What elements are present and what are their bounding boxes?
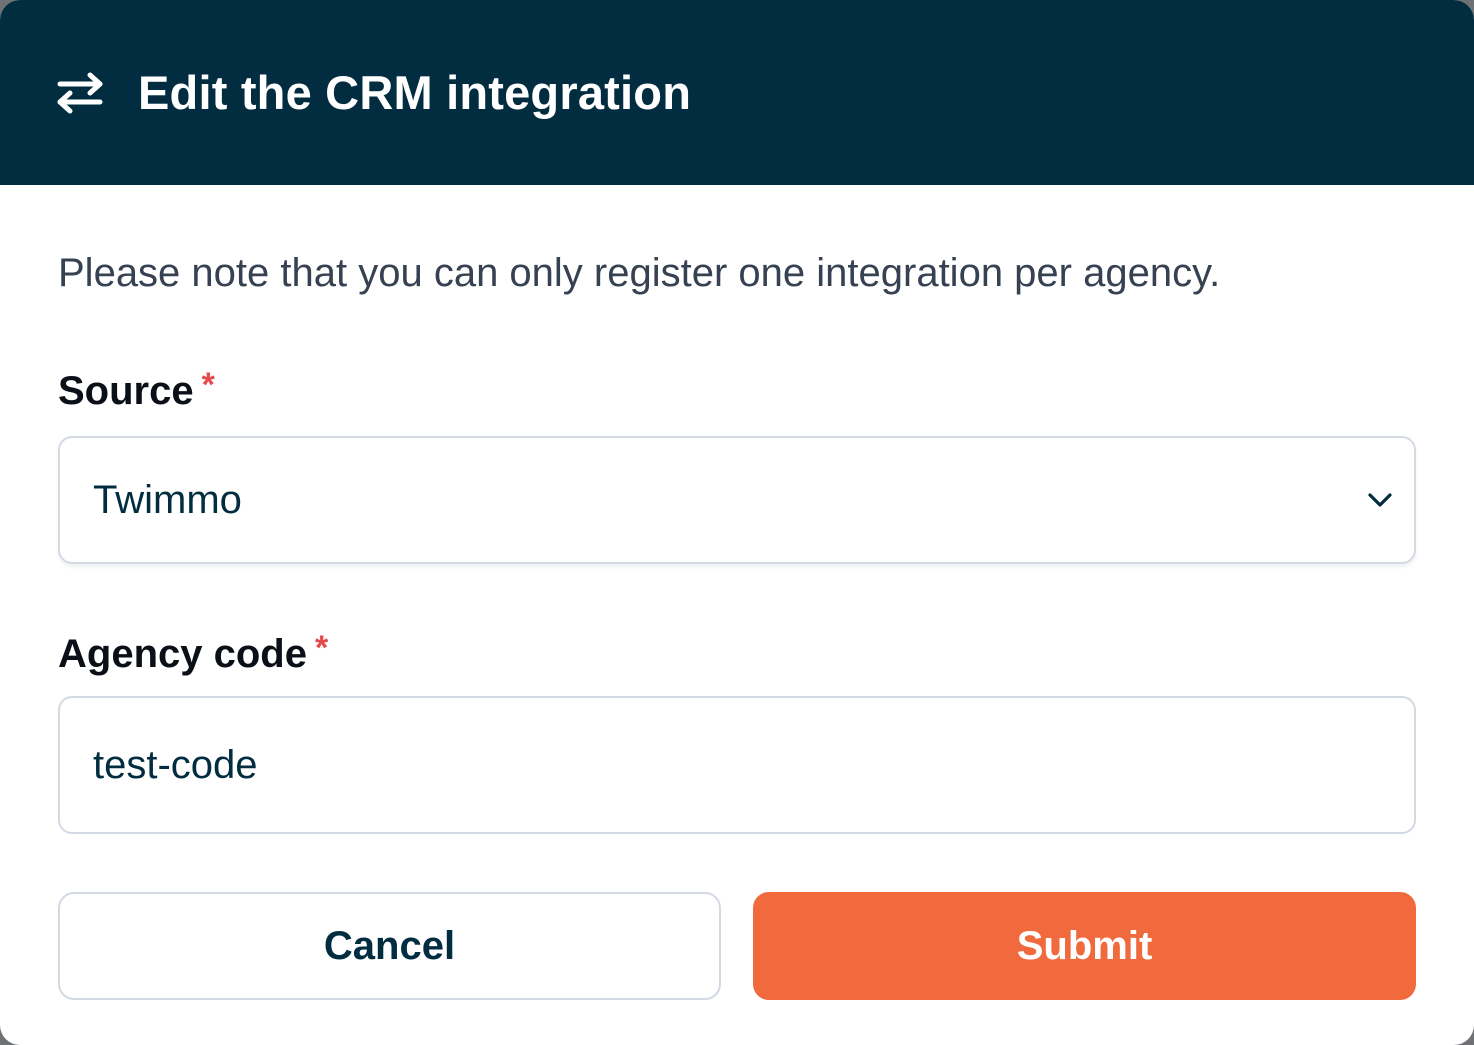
chevron-down-icon [1366, 486, 1394, 514]
source-select-value: Twimmo [93, 477, 242, 522]
required-indicator: * [201, 366, 215, 404]
edit-crm-integration-modal: Edit the CRM integration Please note tha… [0, 0, 1474, 1045]
required-indicator: * [314, 629, 329, 667]
notice-text: Please note that you can only register o… [58, 251, 1221, 295]
swap-arrows-icon [56, 72, 104, 114]
form-actions: Cancel Submit [58, 892, 1416, 1000]
agency-code-label-text: Agency code [58, 632, 307, 676]
agency-code-input[interactable] [58, 696, 1416, 834]
source-label: Source * [58, 366, 1416, 417]
submit-button[interactable]: Submit [753, 892, 1416, 1000]
cancel-button[interactable]: Cancel [58, 892, 721, 1000]
modal-body: Please note that you can only register o… [0, 249, 1474, 1000]
agency-code-label: Agency code * [58, 629, 1416, 680]
modal-header: Edit the CRM integration [0, 0, 1474, 185]
source-label-text: Source [58, 369, 194, 413]
modal-title: Edit the CRM integration [138, 66, 692, 119]
source-select[interactable]: Twimmo [58, 436, 1416, 564]
